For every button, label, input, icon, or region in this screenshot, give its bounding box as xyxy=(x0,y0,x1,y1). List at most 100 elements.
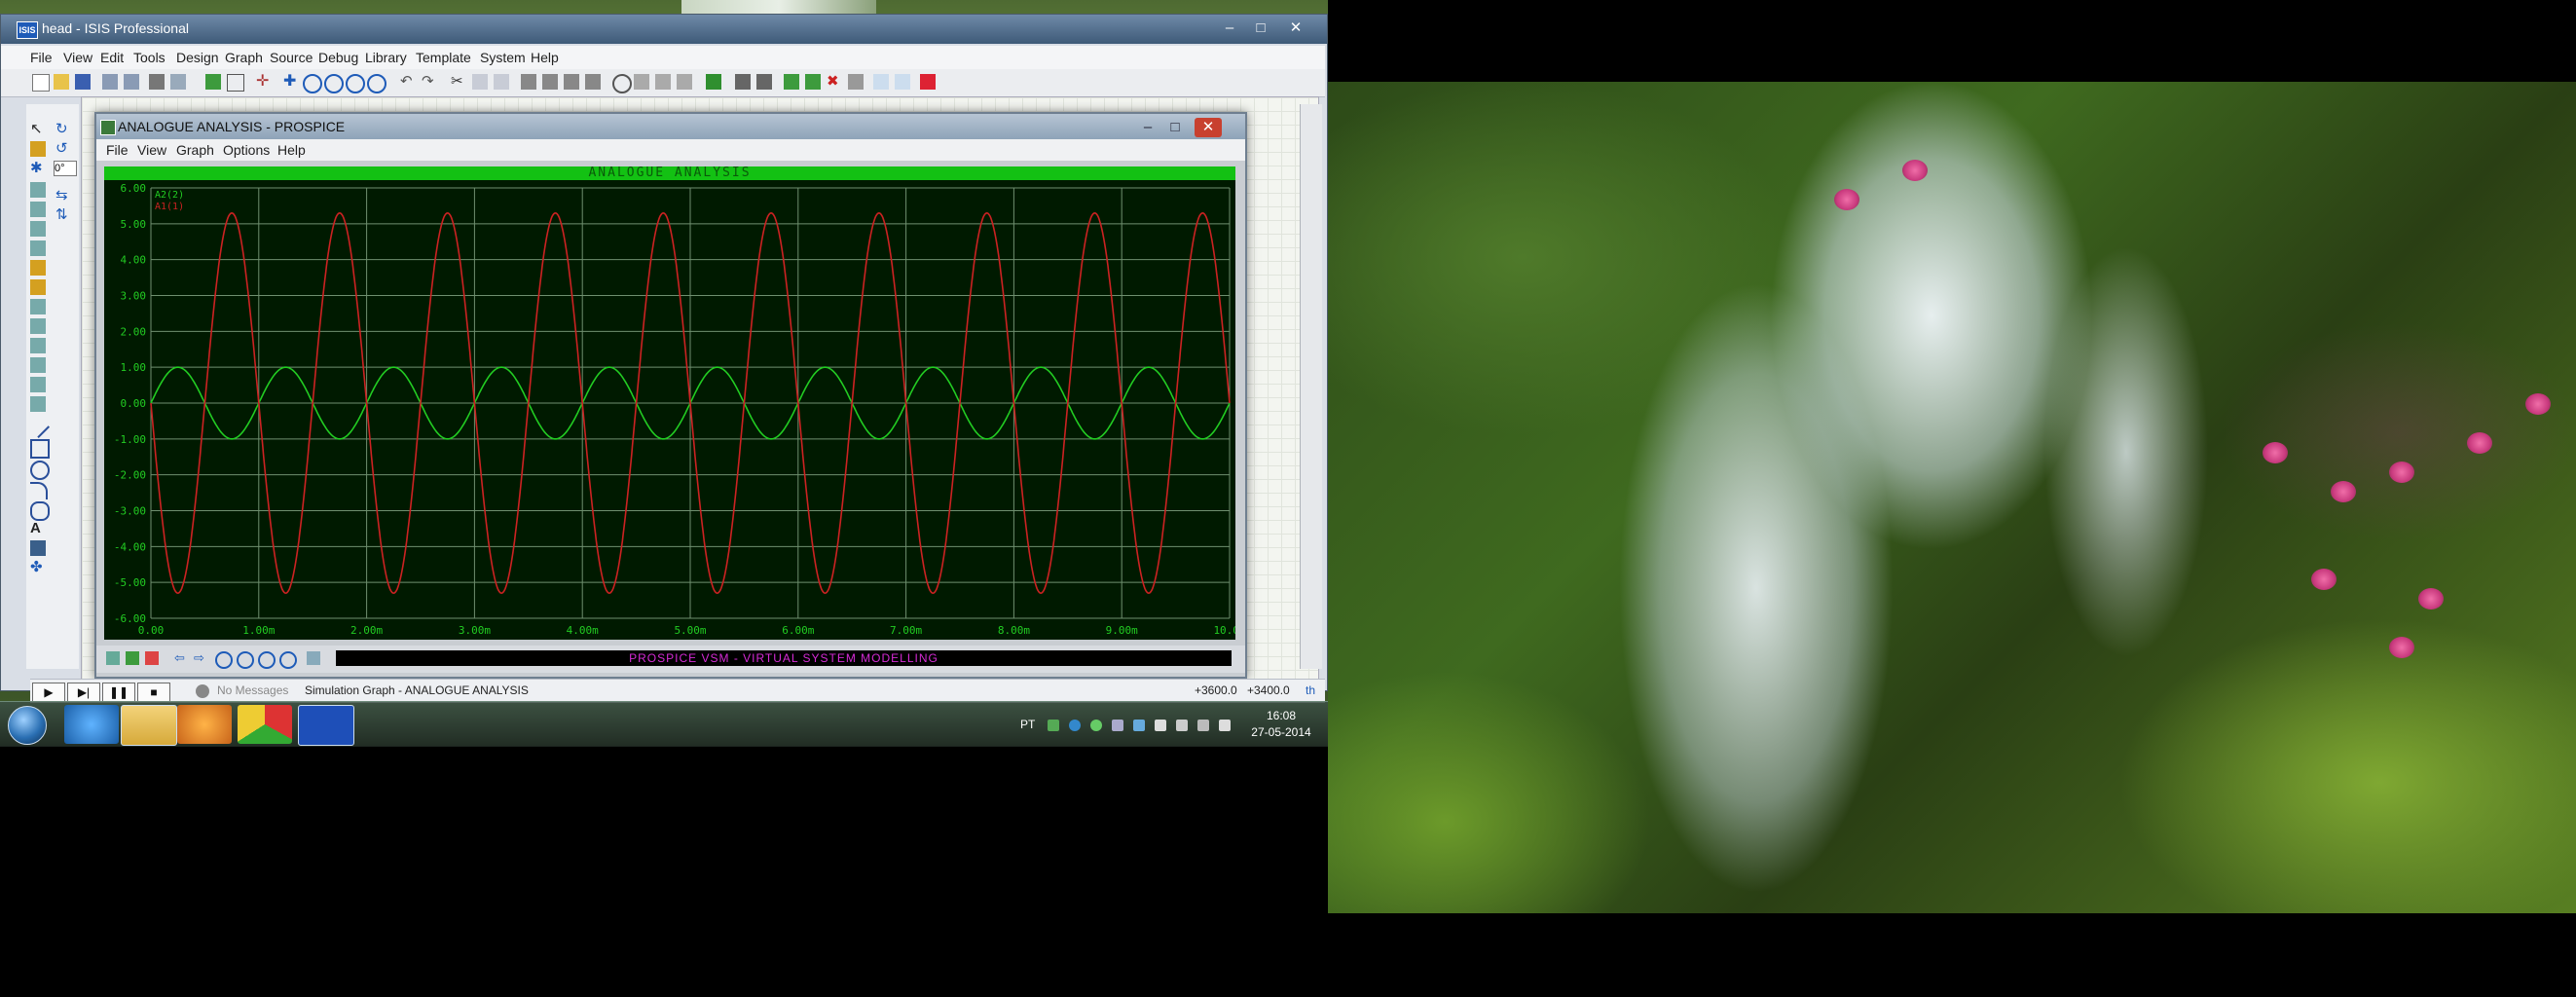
rotation-angle-field[interactable]: 0° xyxy=(54,161,77,176)
close-icon[interactable]: ✕ xyxy=(1195,118,1222,137)
action-center-flag-icon[interactable] xyxy=(1219,720,1231,731)
menu-file[interactable]: File xyxy=(106,142,129,158)
internet-explorer-icon[interactable] xyxy=(64,705,119,744)
minimize-icon[interactable]: – xyxy=(1134,118,1161,137)
save-icon[interactable] xyxy=(75,74,91,90)
remove-sheet-icon[interactable] xyxy=(805,74,821,90)
menu-source[interactable]: Source xyxy=(270,50,313,65)
zoom-all-icon[interactable] xyxy=(346,74,365,93)
start-button[interactable] xyxy=(8,706,47,745)
vertical-scrollbar[interactable] xyxy=(1300,104,1322,669)
coord-units[interactable]: th xyxy=(1306,683,1315,697)
menu-graph[interactable]: Graph xyxy=(225,50,263,65)
zoom-out-icon[interactable] xyxy=(324,74,344,93)
line-tool-icon[interactable] xyxy=(25,414,51,439)
menu-options[interactable]: Options xyxy=(223,142,270,158)
isis-titlebar[interactable]: ISIS head - ISIS Professional – □ ✕ xyxy=(1,15,1327,44)
delete-sheet-icon[interactable]: ✖ xyxy=(827,74,842,90)
menu-template[interactable]: Template xyxy=(416,50,471,65)
virtual-instruments-icon[interactable] xyxy=(30,396,46,412)
menu-system[interactable]: System xyxy=(480,50,526,65)
menu-design[interactable]: Design xyxy=(176,50,219,65)
refresh-icon[interactable] xyxy=(205,74,221,90)
scroll-left-icon[interactable]: ⇦ xyxy=(174,651,188,665)
cut-icon[interactable]: ✂ xyxy=(451,74,466,90)
maximize-icon[interactable]: □ xyxy=(1247,18,1274,38)
menu-debug[interactable]: Debug xyxy=(318,50,358,65)
tray-icon[interactable] xyxy=(1048,720,1059,731)
minimize-icon[interactable]: – xyxy=(1216,18,1243,38)
arc-tool-icon[interactable] xyxy=(30,482,48,499)
wire-label-icon[interactable] xyxy=(30,182,46,198)
stop-button[interactable]: ■ xyxy=(137,683,170,702)
close-icon[interactable]: ✕ xyxy=(1282,18,1309,38)
zoom-area-icon[interactable] xyxy=(367,74,386,93)
copy-icon[interactable] xyxy=(472,74,488,90)
buses-icon[interactable] xyxy=(30,221,46,237)
menu-edit[interactable]: Edit xyxy=(100,50,124,65)
tray-app-icon[interactable] xyxy=(1112,720,1123,731)
isis-taskbar-icon[interactable] xyxy=(298,705,354,746)
package-tool-icon[interactable] xyxy=(655,74,671,90)
rotate-clockwise-icon[interactable]: ↻ xyxy=(55,122,71,137)
menu-library[interactable]: Library xyxy=(365,50,407,65)
menu-graph[interactable]: Graph xyxy=(176,142,214,158)
print-area-icon[interactable] xyxy=(170,74,186,90)
marker-tool-icon[interactable]: ✤ xyxy=(30,560,46,575)
box-tool-icon[interactable] xyxy=(30,439,50,459)
language-indicator[interactable]: PT xyxy=(1020,718,1035,731)
export-icon[interactable] xyxy=(124,74,139,90)
play-button[interactable]: ▶ xyxy=(32,683,65,702)
view-log-icon[interactable] xyxy=(145,651,159,665)
file-explorer-icon[interactable] xyxy=(121,705,177,746)
media-player-icon[interactable] xyxy=(177,705,232,744)
rotate-anticlockwise-icon[interactable]: ↺ xyxy=(55,141,71,157)
scroll-right-icon[interactable]: ⇨ xyxy=(194,651,207,665)
current-probe-icon[interactable] xyxy=(30,377,46,392)
tray-info-icon[interactable] xyxy=(1069,720,1081,731)
wire-autorouter-icon[interactable] xyxy=(706,74,721,90)
terminals-icon[interactable] xyxy=(30,260,46,276)
menu-file[interactable]: File xyxy=(30,50,53,65)
new-file-icon[interactable] xyxy=(32,74,50,92)
zoom-child-icon[interactable] xyxy=(848,74,864,90)
property-assign-icon[interactable] xyxy=(756,74,772,90)
generator-icon[interactable] xyxy=(30,338,46,353)
symbol-tool-icon[interactable] xyxy=(30,540,46,556)
open-folder-icon[interactable] xyxy=(54,74,69,90)
device-pins-icon[interactable] xyxy=(30,279,46,295)
print-icon[interactable] xyxy=(149,74,165,90)
ares-netlist-icon[interactable] xyxy=(920,74,936,90)
analogue-graph[interactable]: 6.00 5.00 4.00 3.00 2.00 1.00 0.00 -1.00 -2.00 -3… xyxy=(104,180,1235,640)
menu-view[interactable]: View xyxy=(63,50,92,65)
mirror-horizontal-icon[interactable]: ⇆ xyxy=(55,188,71,203)
circle-tool-icon[interactable] xyxy=(30,461,50,480)
zoom-in-icon[interactable] xyxy=(303,74,322,93)
electrical-check-icon[interactable] xyxy=(895,74,910,90)
tray-network-icon[interactable] xyxy=(1090,720,1102,731)
component-mode-icon[interactable] xyxy=(30,141,46,157)
step-button[interactable]: ▶| xyxy=(67,683,100,702)
decompose-icon[interactable] xyxy=(677,74,692,90)
menu-tools[interactable]: Tools xyxy=(133,50,166,65)
menu-view[interactable]: View xyxy=(137,142,166,158)
redo-icon[interactable]: ↷ xyxy=(422,74,437,90)
maximize-icon[interactable]: □ xyxy=(1161,118,1189,137)
tape-recorder-icon[interactable] xyxy=(30,318,46,334)
menu-help[interactable]: Help xyxy=(531,50,559,65)
paste-icon[interactable] xyxy=(494,74,509,90)
pause-button[interactable]: ❚❚ xyxy=(102,683,135,702)
simulate-graph-icon[interactable] xyxy=(126,651,139,665)
clock[interactable]: 16:08 27-05-2014 xyxy=(1242,708,1320,741)
search-tag-icon[interactable] xyxy=(735,74,751,90)
block-move-icon[interactable] xyxy=(542,74,558,90)
mirror-vertical-icon[interactable]: ⇅ xyxy=(55,207,71,223)
graph-mode-icon[interactable] xyxy=(30,299,46,314)
pan-icon[interactable]: ✚ xyxy=(283,74,299,90)
block-copy-icon[interactable] xyxy=(521,74,536,90)
new-sheet-icon[interactable] xyxy=(784,74,799,90)
tray-device-icon[interactable] xyxy=(1155,720,1166,731)
graph-config-icon[interactable] xyxy=(307,651,320,665)
zoom-area-icon[interactable] xyxy=(279,651,297,669)
path-tool-icon[interactable] xyxy=(30,501,50,521)
